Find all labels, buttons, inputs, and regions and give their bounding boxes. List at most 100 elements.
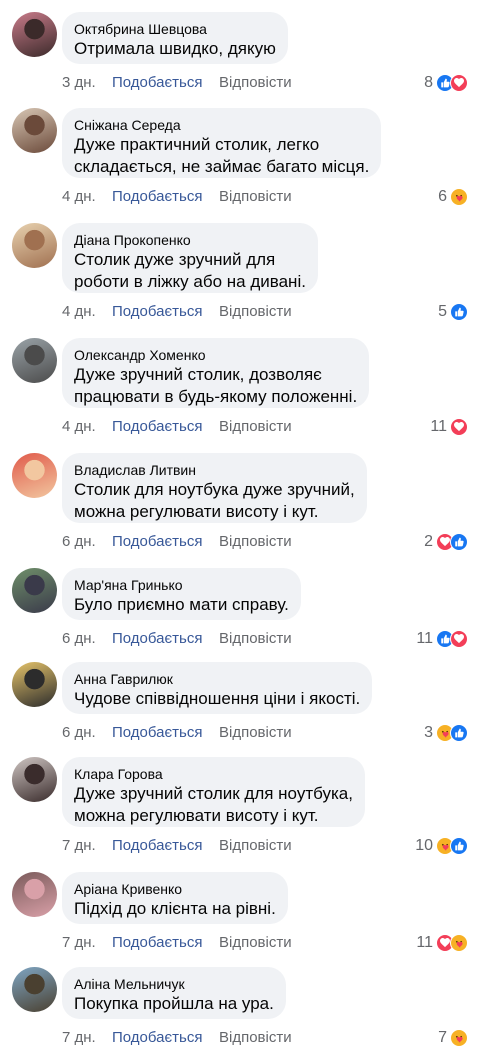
- care-icon: [450, 934, 468, 952]
- comment-timestamp[interactable]: 6 дн.: [62, 629, 112, 649]
- reply-button[interactable]: Відповісти: [219, 1028, 292, 1048]
- comment-author[interactable]: Октябрина Шевцова: [74, 20, 276, 38]
- like-button[interactable]: Подобається: [112, 836, 219, 856]
- comment-bubble: Клара Горова Дуже зручний столик для ноут…: [62, 757, 365, 827]
- reactions-summary[interactable]: 8: [424, 72, 468, 94]
- comment-author[interactable]: Аріана Кривенко: [74, 880, 276, 898]
- comment-author[interactable]: Владислав Литвин: [74, 461, 355, 479]
- like-button[interactable]: Подобається: [112, 302, 219, 322]
- comment-timestamp[interactable]: 6 дн.: [62, 723, 112, 743]
- reactions-summary[interactable]: 5: [438, 301, 468, 323]
- reaction-count: 5: [438, 303, 447, 320]
- comment-author[interactable]: Аліна Мельничук: [74, 975, 274, 993]
- reply-button[interactable]: Відповісти: [219, 302, 292, 322]
- comment-bubble: Діана Прокопенко Столик дуже зручний для …: [62, 223, 318, 293]
- comment-text: Підхід до клієнта на рівні.: [74, 899, 276, 918]
- like-button[interactable]: Подобається: [112, 723, 219, 743]
- reply-button[interactable]: Відповісти: [219, 532, 292, 552]
- comment-author[interactable]: Олександр Хоменко: [74, 346, 357, 364]
- avatar[interactable]: [12, 223, 57, 268]
- comment-actions: 4 дн. Подобається Відповісти: [62, 302, 292, 322]
- love-icon: [450, 630, 468, 648]
- avatar[interactable]: [12, 453, 57, 498]
- reply-button[interactable]: Відповісти: [219, 836, 292, 856]
- care-icon: [450, 188, 468, 206]
- avatar[interactable]: [12, 12, 57, 57]
- comment-author[interactable]: Анна Гаврилюк: [74, 670, 360, 688]
- reactions-summary[interactable]: 11: [416, 628, 468, 650]
- reply-button[interactable]: Відповісти: [219, 73, 292, 93]
- comment-timestamp[interactable]: 3 дн.: [62, 73, 112, 93]
- reaction-count: 11: [430, 418, 447, 435]
- comment-actions: 6 дн. Подобається Відповісти: [62, 629, 292, 649]
- comment-text: Дуже практичний столик, легко складаєтьс…: [74, 135, 370, 176]
- comment-bubble: Олександр Хоменко Дуже зручний столик, до…: [62, 338, 370, 408]
- comment-bubble: Аліна Мельничук Покупка пройшла на ура.: [62, 967, 286, 1019]
- reaction-count: 3: [424, 724, 433, 741]
- like-icon: [450, 724, 468, 742]
- comment-author[interactable]: Мар'яна Гринько: [74, 576, 289, 594]
- avatar[interactable]: [12, 338, 57, 383]
- comment-text: Дуже зручний столик, дозволяє працювати …: [74, 365, 358, 406]
- like-button[interactable]: Подобається: [112, 629, 219, 649]
- reply-button[interactable]: Відповісти: [219, 933, 292, 953]
- comment-text: Дуже зручний столик для ноутбука, можна …: [74, 784, 353, 825]
- comment-timestamp[interactable]: 7 дн.: [62, 1028, 112, 1048]
- comment-timestamp[interactable]: 6 дн.: [62, 532, 112, 552]
- comment-actions: 4 дн. Подобається Відповісти: [62, 187, 292, 207]
- like-button[interactable]: Подобається: [112, 417, 219, 437]
- reaction-count: 7: [438, 1029, 447, 1046]
- reply-button[interactable]: Відповісти: [219, 629, 292, 649]
- reactions-summary[interactable]: 11: [430, 416, 468, 438]
- comment-text: Покупка пройшла на ура.: [74, 994, 274, 1013]
- avatar[interactable]: [12, 967, 57, 1012]
- reactions-summary[interactable]: 3: [424, 722, 468, 744]
- comment-actions: 3 дн. Подобається Відповісти: [62, 73, 292, 93]
- reply-button[interactable]: Відповісти: [219, 187, 292, 207]
- like-button[interactable]: Подобається: [112, 532, 219, 552]
- reactions-summary[interactable]: 10: [415, 835, 468, 857]
- avatar[interactable]: [12, 757, 57, 802]
- comment-text: Отримала швидко, дякую: [74, 39, 276, 58]
- reaction-count: 11: [416, 934, 433, 951]
- reactions-summary[interactable]: 11: [416, 932, 468, 954]
- comment-actions: 6 дн. Подобається Відповісти: [62, 532, 292, 552]
- reactions-summary[interactable]: 7: [438, 1027, 468, 1049]
- comment-timestamp[interactable]: 7 дн.: [62, 933, 112, 953]
- reaction-count: 6: [438, 188, 447, 205]
- comment-timestamp[interactable]: 4 дн.: [62, 302, 112, 322]
- like-button[interactable]: Подобається: [112, 73, 219, 93]
- avatar[interactable]: [12, 108, 57, 153]
- comment-timestamp[interactable]: 4 дн.: [62, 417, 112, 437]
- reactions-summary[interactable]: 6: [438, 186, 468, 208]
- comment-actions: 6 дн. Подобається Відповісти: [62, 723, 292, 743]
- like-button[interactable]: Подобається: [112, 933, 219, 953]
- comment-text: Столик дуже зручний для роботи в ліжку а…: [74, 250, 306, 291]
- care-icon: [450, 1029, 468, 1047]
- comment-actions: 7 дн. Подобається Відповісти: [62, 1028, 292, 1048]
- like-icon: [450, 303, 468, 321]
- comment-bubble: Владислав Литвин Столик для ноутбука дуже…: [62, 453, 367, 523]
- like-button[interactable]: Подобається: [112, 1028, 219, 1048]
- comment-author[interactable]: Діана Прокопенко: [74, 231, 306, 249]
- reply-button[interactable]: Відповісти: [219, 417, 292, 437]
- comment-bubble: Октябрина Шевцова Отримала швидко, дякую: [62, 12, 288, 64]
- like-icon: [450, 533, 468, 551]
- comment-text: Чудове співвідношення ціни і якості.: [74, 689, 361, 708]
- reactions-summary[interactable]: 2: [424, 531, 468, 553]
- comment-author[interactable]: Сніжана Середа: [74, 116, 369, 134]
- like-button[interactable]: Подобається: [112, 187, 219, 207]
- avatar[interactable]: [12, 568, 57, 613]
- avatar[interactable]: [12, 662, 57, 707]
- comment-author[interactable]: Клара Горова: [74, 765, 353, 783]
- comment-timestamp[interactable]: 7 дн.: [62, 836, 112, 856]
- comment-bubble: Анна Гаврилюк Чудове співвідношення ціни …: [62, 662, 373, 714]
- comment-bubble: Мар'яна Гринько Було приємно мати справу.: [62, 568, 301, 620]
- comment-actions: 7 дн. Подобається Відповісти: [62, 836, 292, 856]
- love-icon: [450, 418, 468, 436]
- reply-button[interactable]: Відповісти: [219, 723, 292, 743]
- avatar[interactable]: [12, 872, 57, 917]
- love-icon: [450, 74, 468, 92]
- comment-timestamp[interactable]: 4 дн.: [62, 187, 112, 207]
- comment-text: Було приємно мати справу.: [74, 595, 289, 614]
